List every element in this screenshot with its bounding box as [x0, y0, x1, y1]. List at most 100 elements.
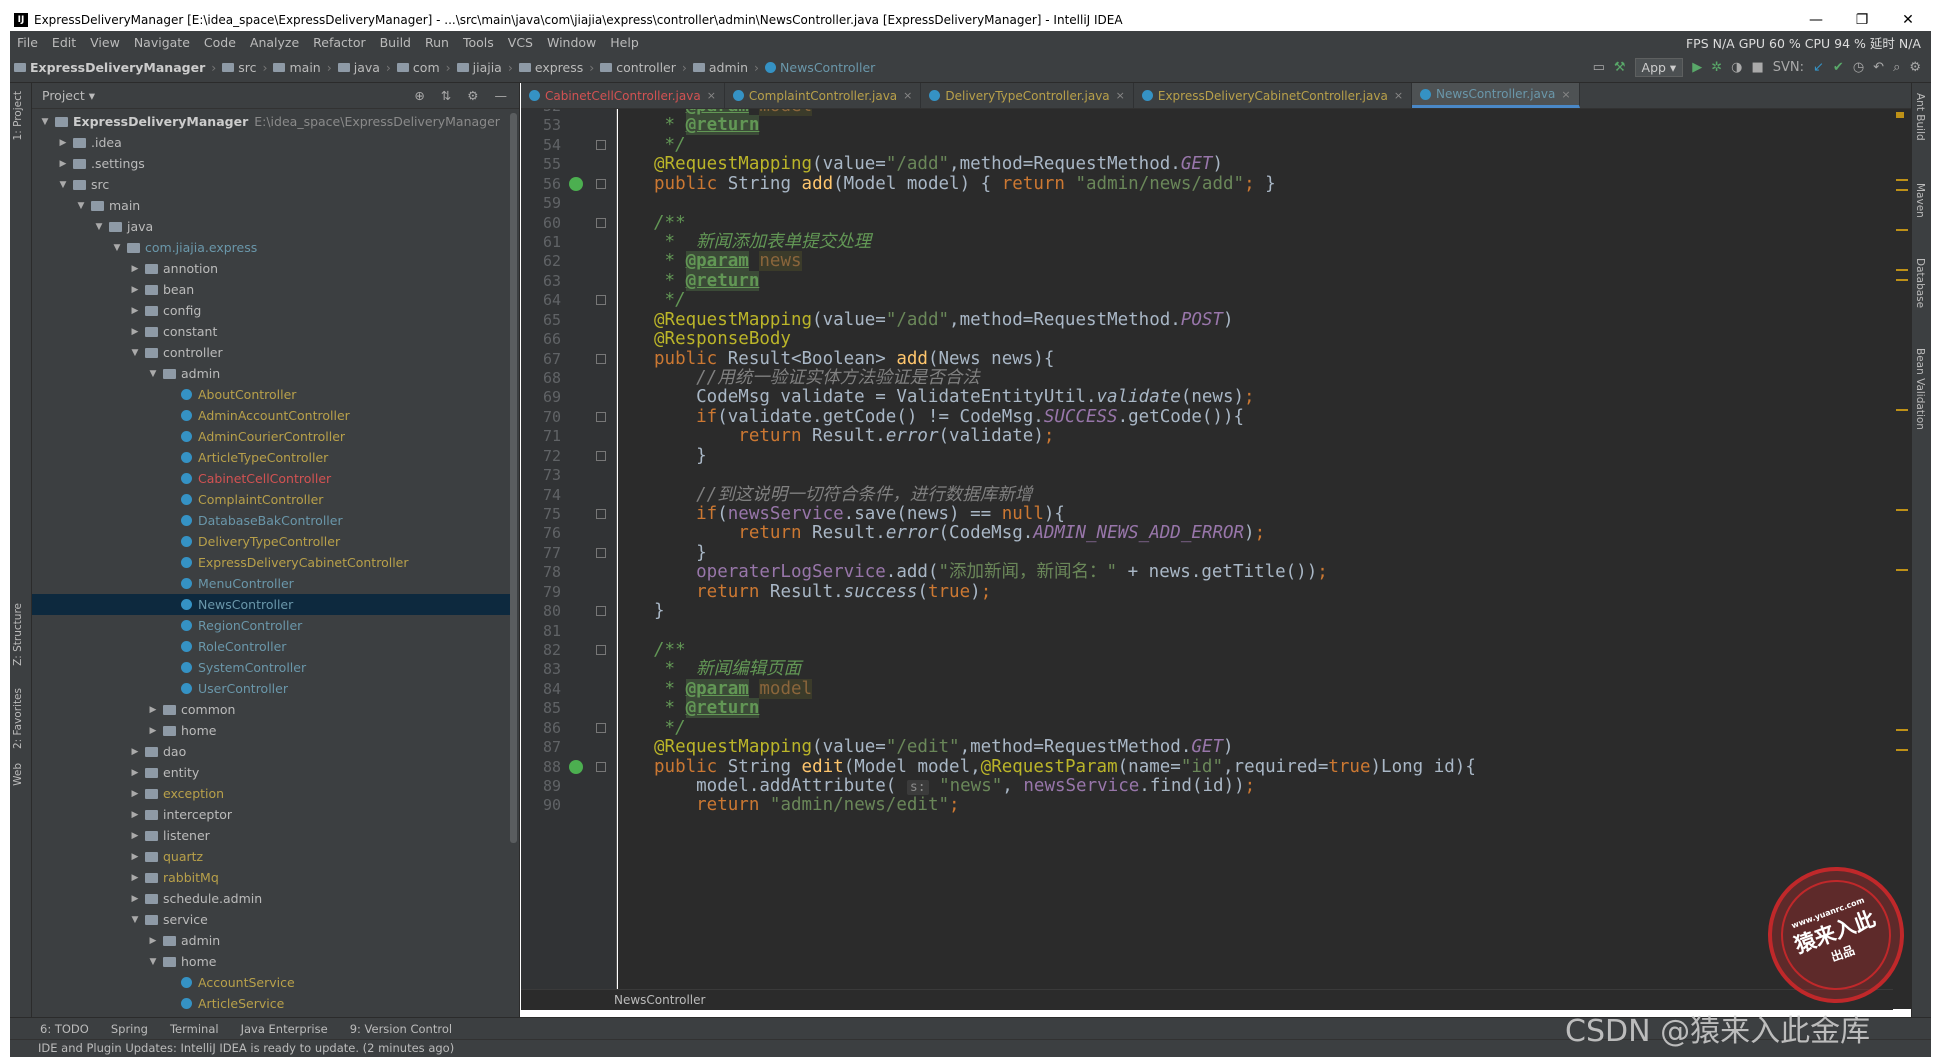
fold-marker-icon[interactable] [596, 451, 606, 461]
tree-folder-item[interactable]: ▶ admin [32, 930, 512, 951]
fold-marker-icon[interactable] [596, 354, 606, 364]
web-mapping-icon[interactable] [569, 760, 583, 774]
tree-folder-item[interactable]: ▼ ExpressDeliveryManager E:\idea_space\Exp… [32, 111, 512, 132]
tree-folder-item[interactable]: ▼ controller [32, 342, 512, 363]
tree-folder-item[interactable]: ▶ listener [32, 825, 512, 846]
menu-code[interactable]: Code [197, 35, 243, 50]
tree-class-item[interactable]: AdminCourierController [32, 426, 512, 447]
close-tab-icon[interactable]: × [1561, 88, 1570, 101]
maven-tool-button[interactable]: Maven [1914, 183, 1926, 218]
tree-class-item[interactable]: ArticleTypeController [32, 447, 512, 468]
fold-marker-icon[interactable] [596, 645, 606, 655]
version-control-tool-button[interactable]: 9: Version Control [350, 1022, 452, 1036]
expanded-arrow-icon[interactable]: ▼ [56, 180, 70, 190]
tree-folder-item[interactable]: ▶ dao [32, 741, 512, 762]
collapsed-arrow-icon[interactable]: ▶ [146, 726, 160, 736]
warning-marker[interactable] [1896, 112, 1904, 118]
close-tab-icon[interactable]: × [1116, 89, 1125, 102]
tree-folder-item[interactable]: ▼ admin [32, 363, 512, 384]
tree-folder-item[interactable]: ▶ common [32, 699, 512, 720]
fold-marker-icon[interactable] [596, 218, 606, 228]
database-tool-button[interactable]: Database [1914, 258, 1926, 308]
menu-help[interactable]: Help [603, 35, 646, 50]
menu-run[interactable]: Run [418, 35, 456, 50]
fold-marker-icon[interactable] [596, 509, 606, 519]
vcs-commit-icon[interactable]: ✔ [1833, 60, 1844, 75]
close-tab-icon[interactable]: × [707, 89, 716, 102]
menu-build[interactable]: Build [373, 35, 418, 50]
tree-class-item[interactable]: AccountService [32, 972, 512, 993]
history-icon[interactable]: ◷ [1853, 60, 1864, 75]
fold-marker-icon[interactable] [596, 412, 606, 422]
tree-folder-item[interactable]: ▼ home [32, 951, 512, 972]
minimize-button[interactable]: — [1793, 12, 1839, 28]
menu-navigate[interactable]: Navigate [127, 35, 197, 50]
tree-class-item[interactable]: AboutController [32, 384, 512, 405]
tree-folder-item[interactable]: ▶ home [32, 720, 512, 741]
expanded-arrow-icon[interactable]: ▼ [128, 348, 142, 358]
editor-tab[interactable]: DeliveryTypeController.java × [921, 83, 1134, 108]
fold-marker-icon[interactable] [596, 295, 606, 305]
editor-tab[interactable]: NewsController.java × [1412, 83, 1580, 108]
breadcrumb-express[interactable]: express [515, 60, 587, 75]
restore-button[interactable]: ❐ [1839, 12, 1885, 28]
tree-folder-item[interactable]: ▶ interceptor [32, 804, 512, 825]
tree-class-item[interactable]: ComplaintController [32, 489, 512, 510]
menu-file[interactable]: File [10, 35, 45, 50]
breadcrumb-java[interactable]: java [334, 60, 384, 75]
tree-folder-item[interactable]: ▶ bean [32, 279, 512, 300]
breadcrumb-main[interactable]: main [269, 60, 324, 75]
tree-folder-item[interactable]: ▼ com.jiajia.express [32, 237, 512, 258]
menu-view[interactable]: View [83, 35, 127, 50]
expanded-arrow-icon[interactable]: ▼ [146, 957, 160, 967]
tree-class-item[interactable]: MenuController [32, 573, 512, 594]
expanded-arrow-icon[interactable]: ▼ [110, 243, 124, 253]
project-view-select[interactable]: Project ▾ [42, 88, 95, 103]
error-stripe[interactable] [1893, 109, 1911, 1009]
close-button[interactable]: ✕ [1885, 12, 1931, 28]
editor-tab[interactable]: ExpressDeliveryCabinetController.java × [1134, 83, 1413, 108]
tree-folder-item[interactable]: ▶ .settings [32, 153, 512, 174]
tree-folder-item[interactable]: ▶ quartz [32, 846, 512, 867]
collapsed-arrow-icon[interactable]: ▶ [128, 327, 142, 337]
tree-class-item[interactable]: ArticleService [32, 993, 512, 1014]
collapsed-arrow-icon[interactable]: ▶ [128, 852, 142, 862]
menu-refactor[interactable]: Refactor [306, 35, 372, 50]
project-scrollbar[interactable] [510, 113, 517, 843]
fold-marker-icon[interactable] [596, 723, 606, 733]
menu-edit[interactable]: Edit [45, 35, 83, 50]
tree-class-item[interactable]: CabinetCellController [32, 468, 512, 489]
fold-marker-icon[interactable] [596, 762, 606, 772]
close-tab-icon[interactable]: × [1394, 89, 1403, 102]
hide-icon[interactable]: — [495, 88, 508, 103]
menu-window[interactable]: Window [540, 35, 603, 50]
collapsed-arrow-icon[interactable]: ▶ [128, 873, 142, 883]
vcs-update-icon[interactable]: ↙ [1813, 60, 1824, 75]
project-tool-button[interactable]: 1: Project [12, 91, 24, 140]
ant-build-tool-button[interactable]: Ant Build [1914, 93, 1926, 141]
breadcrumb-controller[interactable]: controller [596, 60, 680, 75]
tree-folder-item[interactable]: ▼ java [32, 216, 512, 237]
tree-class-item[interactable]: DeliveryTypeController [32, 531, 512, 552]
tree-folder-item[interactable]: ▶ constant [32, 321, 512, 342]
run-configuration-select[interactable]: App ▾ [1634, 58, 1684, 77]
gear-icon[interactable]: ⚙ [467, 88, 478, 103]
tree-class-item[interactable]: ExpressDeliveryCabinetController [32, 552, 512, 573]
build-hammer-icon[interactable]: ⚒ [1614, 60, 1626, 75]
spring-tool-button[interactable]: Spring [111, 1022, 148, 1036]
tree-class-item[interactable]: DatabaseBakController [32, 510, 512, 531]
collapsed-arrow-icon[interactable]: ▶ [128, 306, 142, 316]
collapsed-arrow-icon[interactable]: ▶ [56, 138, 70, 148]
breadcrumb-src[interactable]: src [218, 60, 260, 75]
web-mapping-icon[interactable] [569, 177, 583, 191]
tree-class-item[interactable]: AdminAccountController [32, 405, 512, 426]
tree-class-item[interactable]: UserController [32, 678, 512, 699]
locate-icon[interactable]: ⊕ [414, 88, 424, 103]
collapsed-arrow-icon[interactable]: ▶ [146, 936, 160, 946]
collapsed-arrow-icon[interactable]: ▶ [128, 894, 142, 904]
expanded-arrow-icon[interactable]: ▼ [146, 369, 160, 379]
tree-folder-item[interactable]: ▼ service [32, 909, 512, 930]
collapsed-arrow-icon[interactable]: ▶ [128, 831, 142, 841]
collapsed-arrow-icon[interactable]: ▶ [128, 768, 142, 778]
tree-class-item[interactable]: NewsController [32, 594, 512, 615]
